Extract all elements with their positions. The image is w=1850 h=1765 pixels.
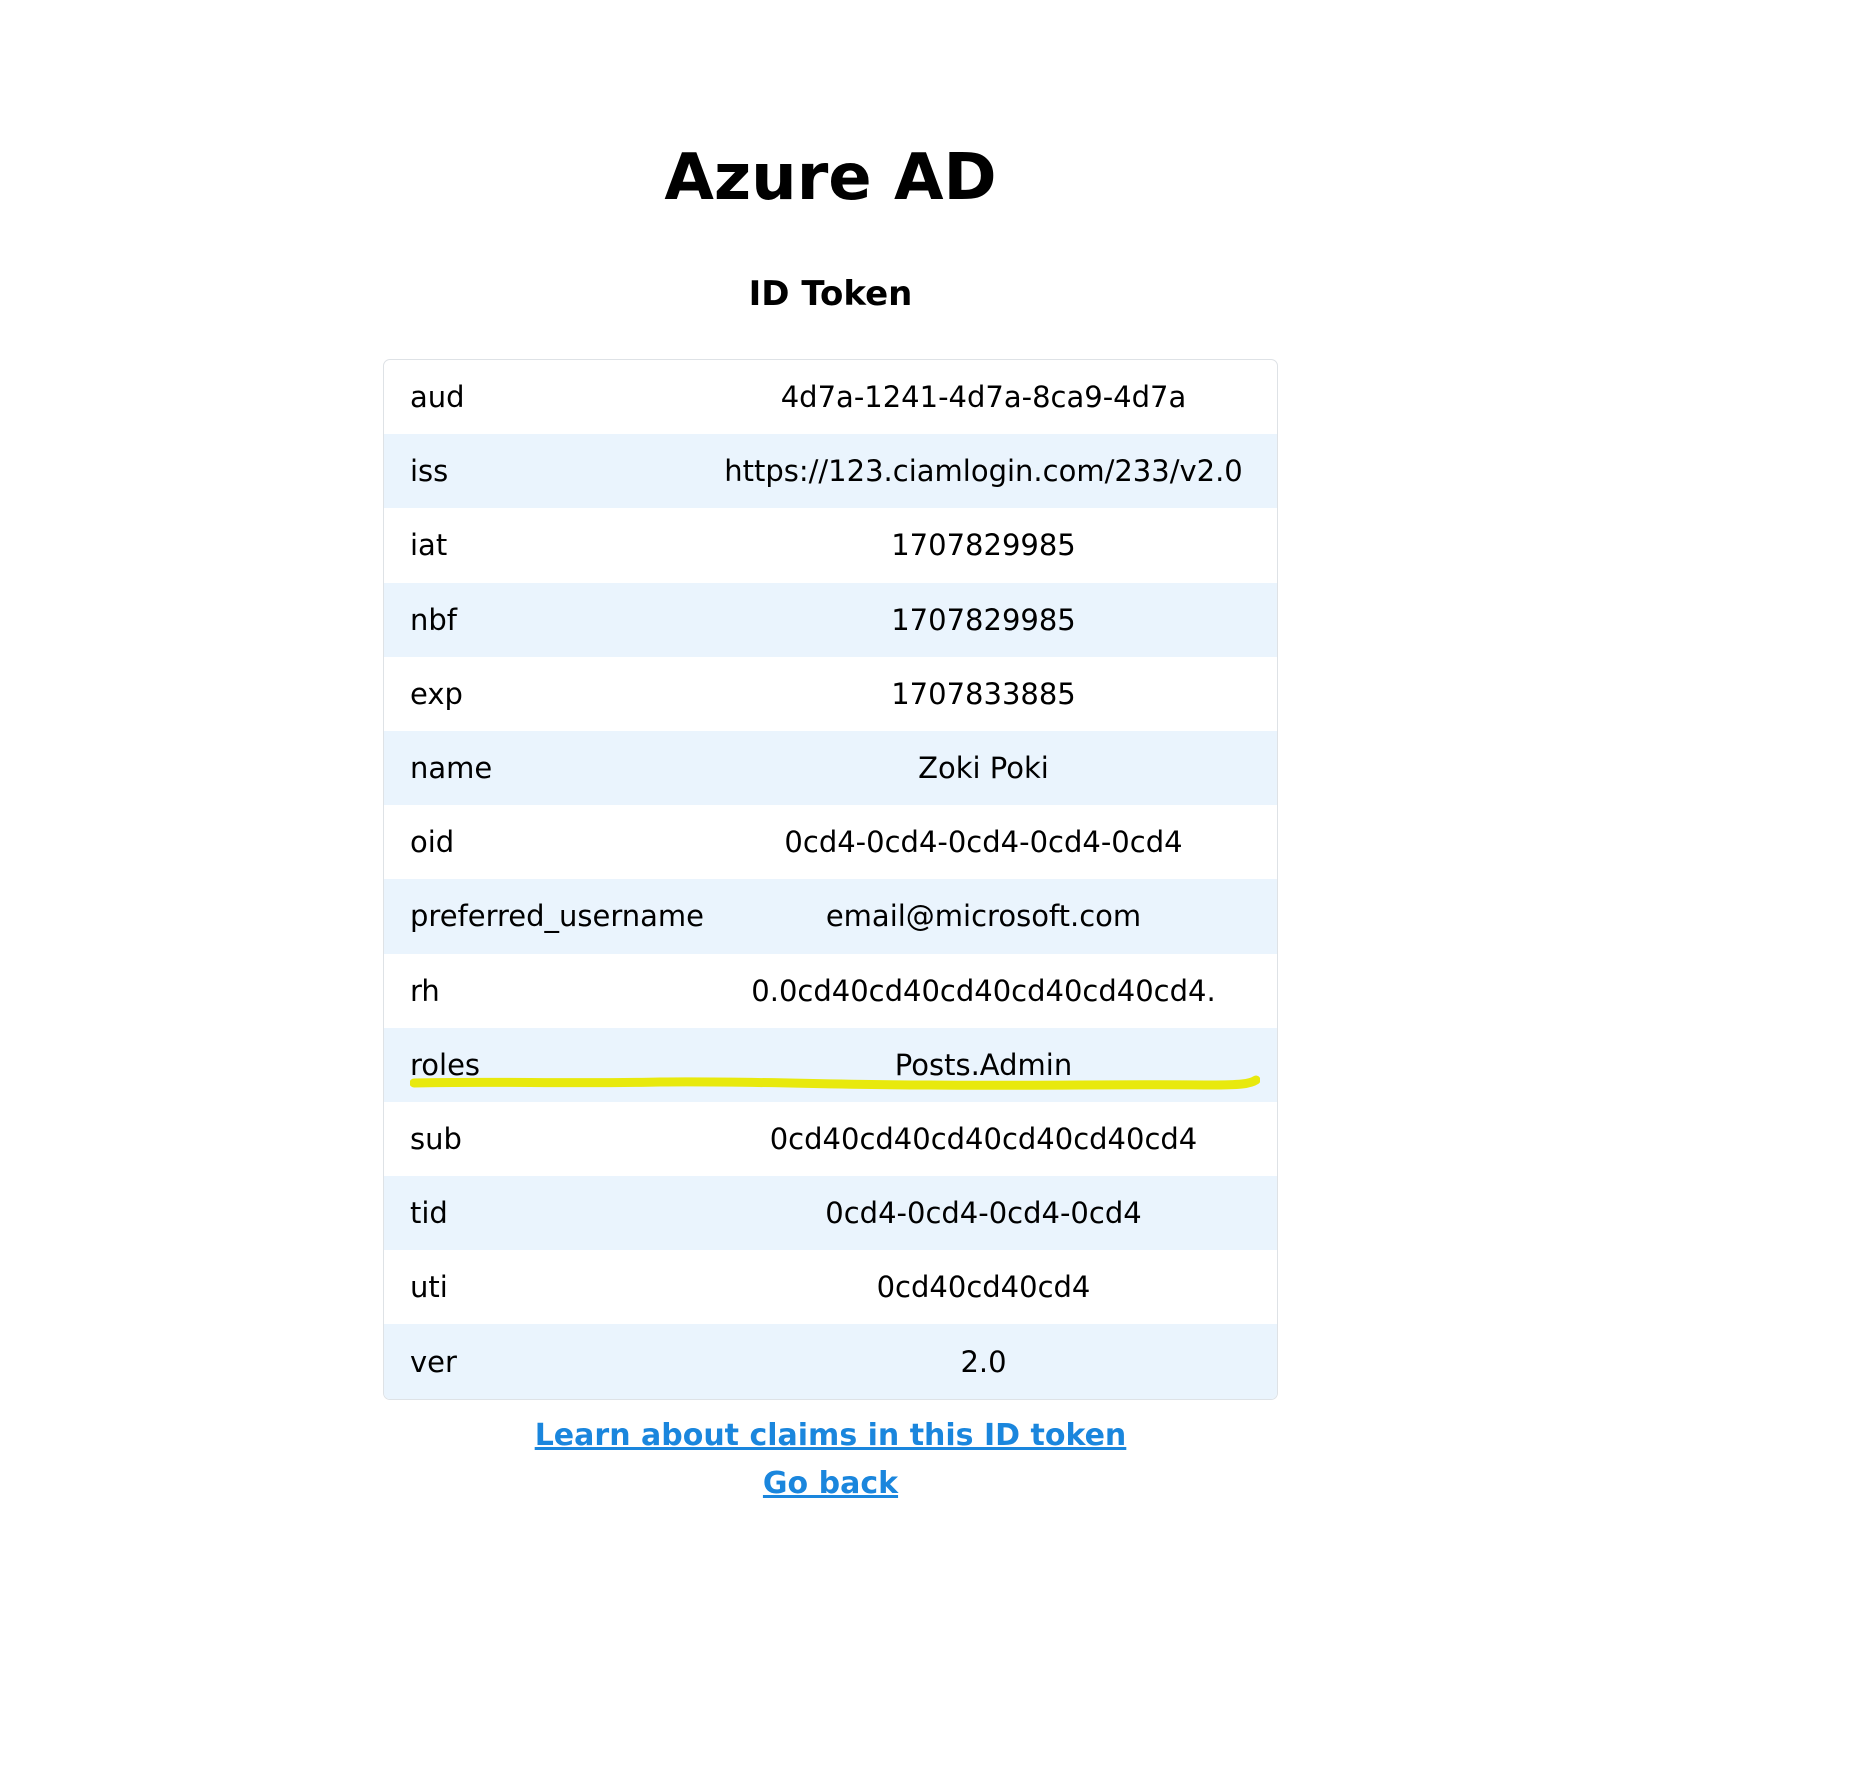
claim-key: rh <box>410 973 440 1008</box>
claim-key: sub <box>410 1121 462 1156</box>
table-row: name Zoki Poki <box>384 730 1277 806</box>
table-row: iss https://123.ciamlogin.com/233/v2.0 <box>384 434 1277 509</box>
claim-value: 1707833885 <box>891 676 1076 711</box>
claim-value: 0cd4-0cd4-0cd4-0cd4-0cd4 <box>784 825 1183 860</box>
claim-value: Posts.Admin <box>710 1027 1277 1102</box>
table-row: exp 1707833885 <box>384 657 1277 731</box>
claim-value: 0.0cd40cd40cd40cd40cd40cd4. <box>751 973 1216 1008</box>
claim-value: 0cd4-0cd4-0cd4-0cd4 <box>710 1176 1277 1251</box>
claims-table: aud 4d7a-1241-4d7a-8ca9-4d7a iss https:/… <box>384 360 1277 1399</box>
claim-key: uti <box>410 1270 448 1305</box>
claim-key: exp <box>410 676 463 711</box>
claim-value: Zoki Poki <box>710 730 1277 806</box>
claims-card: aud 4d7a-1241-4d7a-8ca9-4d7a iss https:/… <box>383 359 1278 1400</box>
claim-key: tid <box>384 1176 710 1251</box>
claim-key: aud <box>410 380 465 415</box>
claim-key: iat <box>410 528 448 563</box>
table-row: rh 0.0cd40cd40cd40cd40cd40cd4. <box>384 954 1277 1028</box>
claim-value: 2.0 <box>710 1324 1277 1399</box>
claim-key: oid <box>410 825 455 860</box>
claim-key: name <box>384 730 710 806</box>
section-title: ID Token <box>748 274 913 314</box>
go-back-link[interactable]: Go back <box>763 1460 898 1508</box>
learn-about-claims-link[interactable]: Learn about claims in this ID token <box>535 1412 1127 1460</box>
table-row: oid 0cd4-0cd4-0cd4-0cd4-0cd4 <box>384 805 1277 879</box>
claim-value: 0cd40cd40cd4 <box>876 1270 1091 1305</box>
claim-value: 1707829985 <box>891 528 1076 563</box>
claim-value: 0cd40cd40cd40cd40cd40cd4 <box>769 1121 1198 1156</box>
claim-key: preferred_username <box>384 879 710 954</box>
table-row: uti 0cd40cd40cd4 <box>384 1250 1277 1324</box>
table-row: preferred_username email@microsoft.com <box>384 879 1277 954</box>
claim-value: 1707829985 <box>710 582 1277 657</box>
claim-value: email@microsoft.com <box>710 879 1277 954</box>
claim-value: 4d7a-1241-4d7a-8ca9-4d7a <box>780 380 1187 415</box>
claim-value: https://123.ciamlogin.com/233/v2.0 <box>710 434 1277 509</box>
table-row: aud 4d7a-1241-4d7a-8ca9-4d7a <box>384 360 1277 434</box>
claim-key: nbf <box>384 582 710 657</box>
table-row: nbf 1707829985 <box>384 582 1277 657</box>
table-row: ver 2.0 <box>384 1324 1277 1399</box>
links: Learn about claims in this ID token Go b… <box>0 1412 1661 1508</box>
page-title: Azure AD <box>664 141 997 215</box>
table-row-roles: roles Posts.Admin <box>384 1027 1277 1102</box>
table-row: tid 0cd4-0cd4-0cd4-0cd4 <box>384 1176 1277 1251</box>
claim-key: roles <box>384 1027 710 1102</box>
table-row: sub 0cd40cd40cd40cd40cd40cd4 <box>384 1102 1277 1176</box>
claim-key: iss <box>384 434 710 509</box>
claim-key: ver <box>384 1324 710 1399</box>
table-row: iat 1707829985 <box>384 508 1277 582</box>
